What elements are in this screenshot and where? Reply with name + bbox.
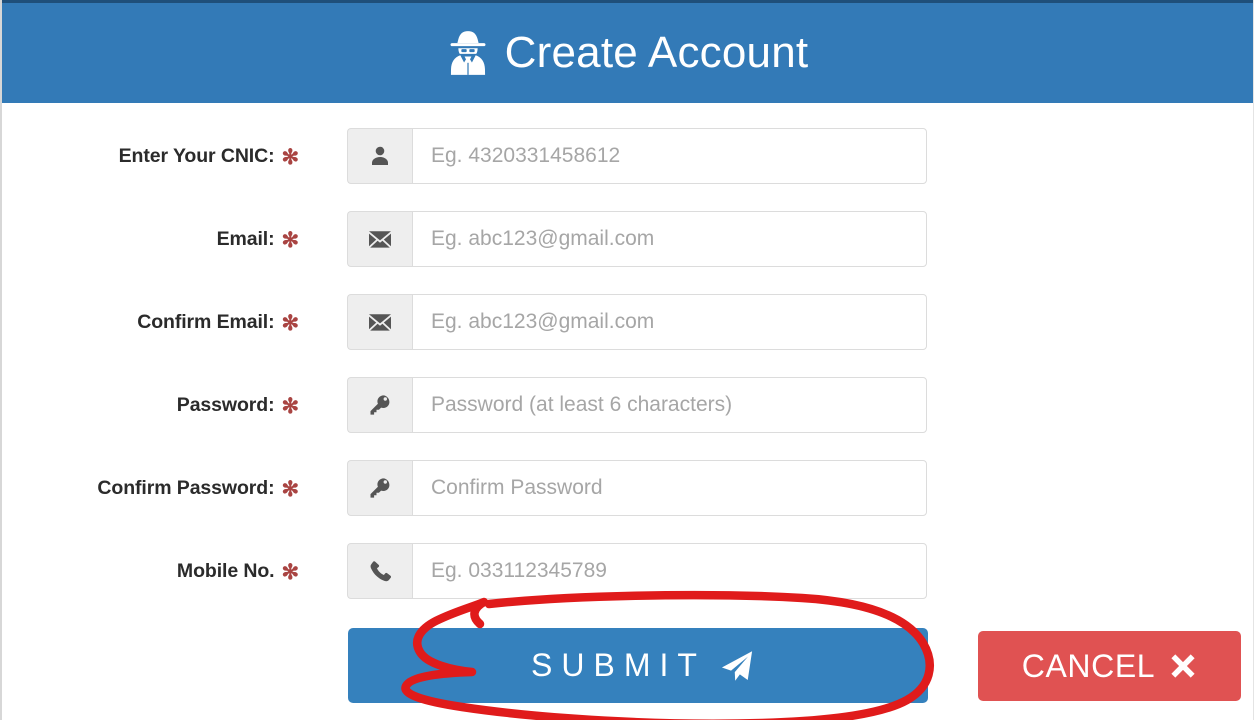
- required-asterisk: ✻: [281, 229, 300, 252]
- required-asterisk: ✻: [281, 146, 300, 169]
- paper-plane-icon: [720, 649, 754, 683]
- input-group-password: [347, 376, 927, 433]
- form-row-mobile-no: Mobile No. ✻: [2, 529, 1253, 612]
- page-title-text: Create Account: [504, 28, 809, 77]
- phone-icon: [347, 542, 412, 599]
- label-confirm-email-text: Confirm Email:: [137, 311, 275, 333]
- submit-button-label: SUBMIT: [531, 647, 706, 683]
- label-confirm-email: Confirm Email: ✻: [2, 309, 300, 335]
- form-row-password: Password: ✻: [2, 363, 1253, 446]
- email-input[interactable]: [412, 210, 927, 267]
- label-email: Email: ✻: [2, 226, 300, 252]
- label-email-text: Email:: [216, 228, 275, 250]
- mobile-no-input[interactable]: [412, 542, 927, 599]
- label-mobile-no-text: Mobile No.: [176, 560, 275, 582]
- page-title: Create Account: [447, 30, 809, 76]
- required-asterisk: ✻: [281, 312, 300, 335]
- key-icon: [347, 459, 412, 516]
- confirm-password-input[interactable]: [412, 459, 927, 516]
- label-password: Password: ✻: [2, 392, 300, 418]
- input-group-confirm-password: [347, 459, 927, 516]
- input-group-cnic: [347, 127, 927, 184]
- form-actions: SUBMIT CANCEL: [2, 628, 1253, 706]
- password-input[interactable]: [412, 376, 927, 433]
- form-row-cnic: Enter Your CNIC: ✻: [2, 114, 1253, 197]
- key-icon: [347, 376, 412, 433]
- label-cnic-text: Enter Your CNIC:: [118, 145, 275, 167]
- label-password-text: Password:: [176, 394, 275, 416]
- user-icon: [347, 127, 412, 184]
- input-group-confirm-email: [347, 293, 927, 350]
- label-mobile-no: Mobile No. ✻: [2, 558, 300, 584]
- confirm-email-input[interactable]: [412, 293, 927, 350]
- page-header: Create Account: [2, 0, 1253, 103]
- input-group-mobile-no: [347, 542, 927, 599]
- cancel-button[interactable]: CANCEL: [978, 631, 1241, 701]
- required-asterisk: ✻: [281, 478, 300, 501]
- input-group-email: [347, 210, 927, 267]
- submit-button[interactable]: SUBMIT: [348, 628, 928, 703]
- required-asterisk: ✻: [281, 561, 300, 584]
- form-row-confirm-email: Confirm Email: ✻: [2, 280, 1253, 363]
- required-asterisk: ✻: [281, 395, 300, 418]
- form-row-email: Email: ✻: [2, 197, 1253, 280]
- envelope-icon: [347, 210, 412, 267]
- times-icon: [1169, 652, 1197, 680]
- cnic-input[interactable]: [412, 127, 927, 184]
- cancel-button-label: CANCEL: [1021, 647, 1156, 684]
- label-cnic: Enter Your CNIC: ✻: [2, 143, 300, 169]
- envelope-icon: [347, 293, 412, 350]
- label-confirm-password-text: Confirm Password:: [97, 477, 275, 499]
- label-confirm-password: Confirm Password: ✻: [2, 475, 300, 501]
- form-row-confirm-password: Confirm Password: ✻: [2, 446, 1253, 529]
- create-account-page: Create Account Enter Your CNIC: ✻ Email: ✻: [0, 0, 1254, 720]
- user-secret-icon: [447, 30, 489, 76]
